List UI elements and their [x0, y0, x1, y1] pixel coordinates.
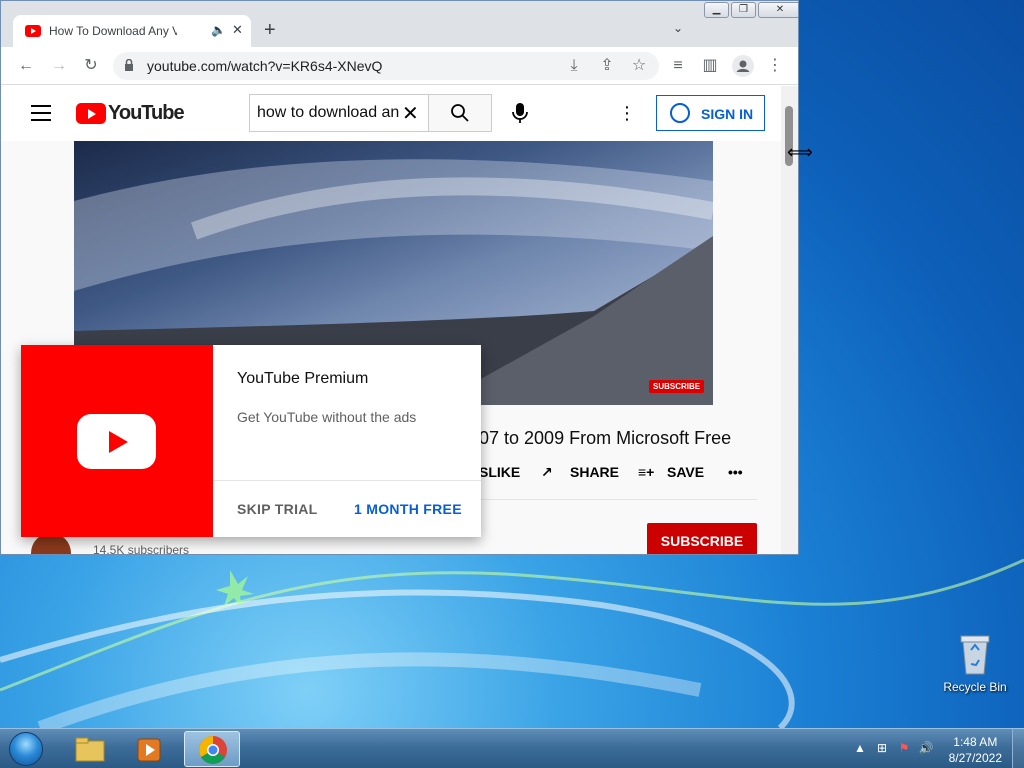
youtube-play-logo-icon — [76, 103, 106, 124]
tab-close-icon[interactable]: ✕ — [232, 22, 243, 38]
tab-active[interactable]: How To Download Any Versi 🔈 ✕ — [13, 15, 251, 47]
tab-title: How To Download Any Versi — [49, 24, 177, 38]
tab-search-chevron-icon[interactable]: ⌄ — [673, 21, 683, 35]
save-playlist-icon[interactable]: ≡+ — [638, 464, 654, 480]
youtube-header: YouTube how to download an ✕ ⋮ SIGN IN — [1, 86, 781, 141]
search-icon — [451, 104, 469, 122]
sign-in-label: SIGN IN — [701, 106, 754, 122]
save-button[interactable]: SAVE — [667, 464, 704, 480]
chrome-window: How To Download Any Versi 🔈 ✕ + ⌄ ▁ ❐ ✕ … — [0, 0, 799, 555]
promo-description: Get YouTube without the ads — [237, 409, 417, 425]
more-actions-icon[interactable]: ••• — [728, 464, 743, 480]
taskbar: ▲ ⊞ ⚑ 🔊 1:48 AM 8/27/2022 — [0, 728, 1024, 768]
recycle-bin-label: Recycle Bin — [943, 680, 1007, 694]
guide-menu-icon[interactable] — [31, 105, 51, 121]
search-button[interactable] — [428, 94, 492, 132]
clear-search-icon[interactable]: ✕ — [402, 101, 419, 126]
dislike-button[interactable]: SLIKE — [479, 464, 520, 480]
reload-icon[interactable]: ↻ — [81, 56, 101, 76]
clock-date: 8/27/2022 — [948, 751, 1002, 765]
media-control-icon[interactable]: ≡ — [668, 56, 688, 76]
install-app-icon[interactable]: ⤓ — [564, 56, 584, 76]
browser-toolbar: ← → ↻ youtube.com/watch?v=KR6s4-XNevQ ⤓ … — [1, 47, 798, 85]
network-icon[interactable]: ⊞ — [874, 741, 890, 757]
resize-cursor-icon: ⟺ — [787, 142, 813, 162]
url-text: youtube.com/watch?v=KR6s4-XNevQ — [147, 58, 383, 74]
show-hidden-icons-icon[interactable]: ▲ — [852, 741, 868, 757]
taskbar-chrome[interactable] — [184, 731, 240, 767]
new-tab-button[interactable]: + — [264, 19, 276, 42]
promo-title: YouTube Premium — [237, 370, 369, 387]
subscribe-button[interactable]: SUBSCRIBE — [647, 523, 757, 554]
premium-promo-dialog: YouTube Premium Get YouTube without the … — [21, 345, 481, 537]
youtube-play-icon — [77, 414, 156, 469]
search-input[interactable]: how to download an — [257, 104, 402, 122]
windows-orb-icon — [9, 732, 43, 766]
clock[interactable]: 1:48 AM 8/27/2022 — [949, 734, 1002, 766]
taskbar-explorer[interactable] — [62, 731, 118, 767]
action-center-flag-icon[interactable]: ⚑ — [896, 741, 912, 757]
month-free-button[interactable]: 1 MONTH FREE — [354, 501, 462, 517]
settings-kebab-icon[interactable]: ⋮ — [617, 102, 637, 124]
share-icon[interactable]: ↗ — [541, 464, 553, 481]
lock-icon — [125, 59, 133, 71]
microphone-icon[interactable] — [510, 102, 530, 124]
video-title: 07 to 2009 From Microsoft Free — [479, 428, 732, 448]
recycle-bin-shortcut[interactable]: Recycle Bin — [940, 630, 1010, 694]
close-window-button[interactable]: ✕ — [758, 2, 798, 18]
back-icon[interactable]: ← — [16, 56, 36, 76]
clock-time: 1:48 AM — [953, 735, 998, 749]
tab-strip: How To Download Any Versi 🔈 ✕ + ⌄ ▁ ❐ ✕ — [1, 1, 798, 47]
show-desktop-button[interactable] — [1012, 729, 1024, 768]
window-controls: ▁ ❐ ✕ — [704, 2, 798, 20]
folder-icon — [75, 737, 105, 762]
user-circle-icon — [670, 103, 690, 123]
bookmark-star-icon[interactable]: ☆ — [629, 56, 649, 76]
share-page-icon[interactable]: ⇪ — [597, 56, 617, 76]
share-button[interactable]: SHARE — [570, 464, 619, 480]
forward-icon[interactable]: → — [49, 56, 69, 76]
youtube-favicon-icon — [25, 25, 41, 37]
promo-divider — [213, 480, 481, 481]
minimize-button[interactable]: ▁ — [704, 2, 729, 18]
volume-icon[interactable]: 🔊 — [918, 741, 934, 757]
restore-button[interactable]: ❐ — [731, 2, 756, 18]
profile-avatar-icon[interactable] — [732, 55, 754, 77]
system-tray: ▲ ⊞ ⚑ 🔊 1:48 AM 8/27/2022 — [834, 729, 1024, 768]
media-player-icon — [137, 738, 161, 762]
start-button[interactable] — [6, 731, 46, 767]
promo-banner — [21, 345, 213, 537]
chrome-icon — [199, 736, 227, 764]
youtube-logo[interactable]: YouTube — [76, 102, 185, 125]
video-subscribe-watermark: SUBSCRIBE — [649, 380, 705, 393]
side-panel-icon[interactable]: ▥ — [700, 56, 720, 76]
youtube-logo-text: YouTube — [108, 102, 185, 124]
taskbar-media-player[interactable] — [122, 731, 178, 767]
chrome-menu-icon[interactable]: ⋮ — [765, 56, 785, 76]
search-box[interactable]: how to download an ✕ — [249, 94, 429, 132]
sign-in-button[interactable]: SIGN IN — [656, 95, 765, 131]
skip-trial-button[interactable]: SKIP TRIAL — [237, 501, 318, 517]
divider — [479, 499, 757, 500]
recycle-bin-icon — [957, 630, 993, 676]
subscriber-count: 14.5K subscribers — [93, 543, 190, 555]
speaker-icon[interactable]: 🔈 — [211, 23, 226, 37]
